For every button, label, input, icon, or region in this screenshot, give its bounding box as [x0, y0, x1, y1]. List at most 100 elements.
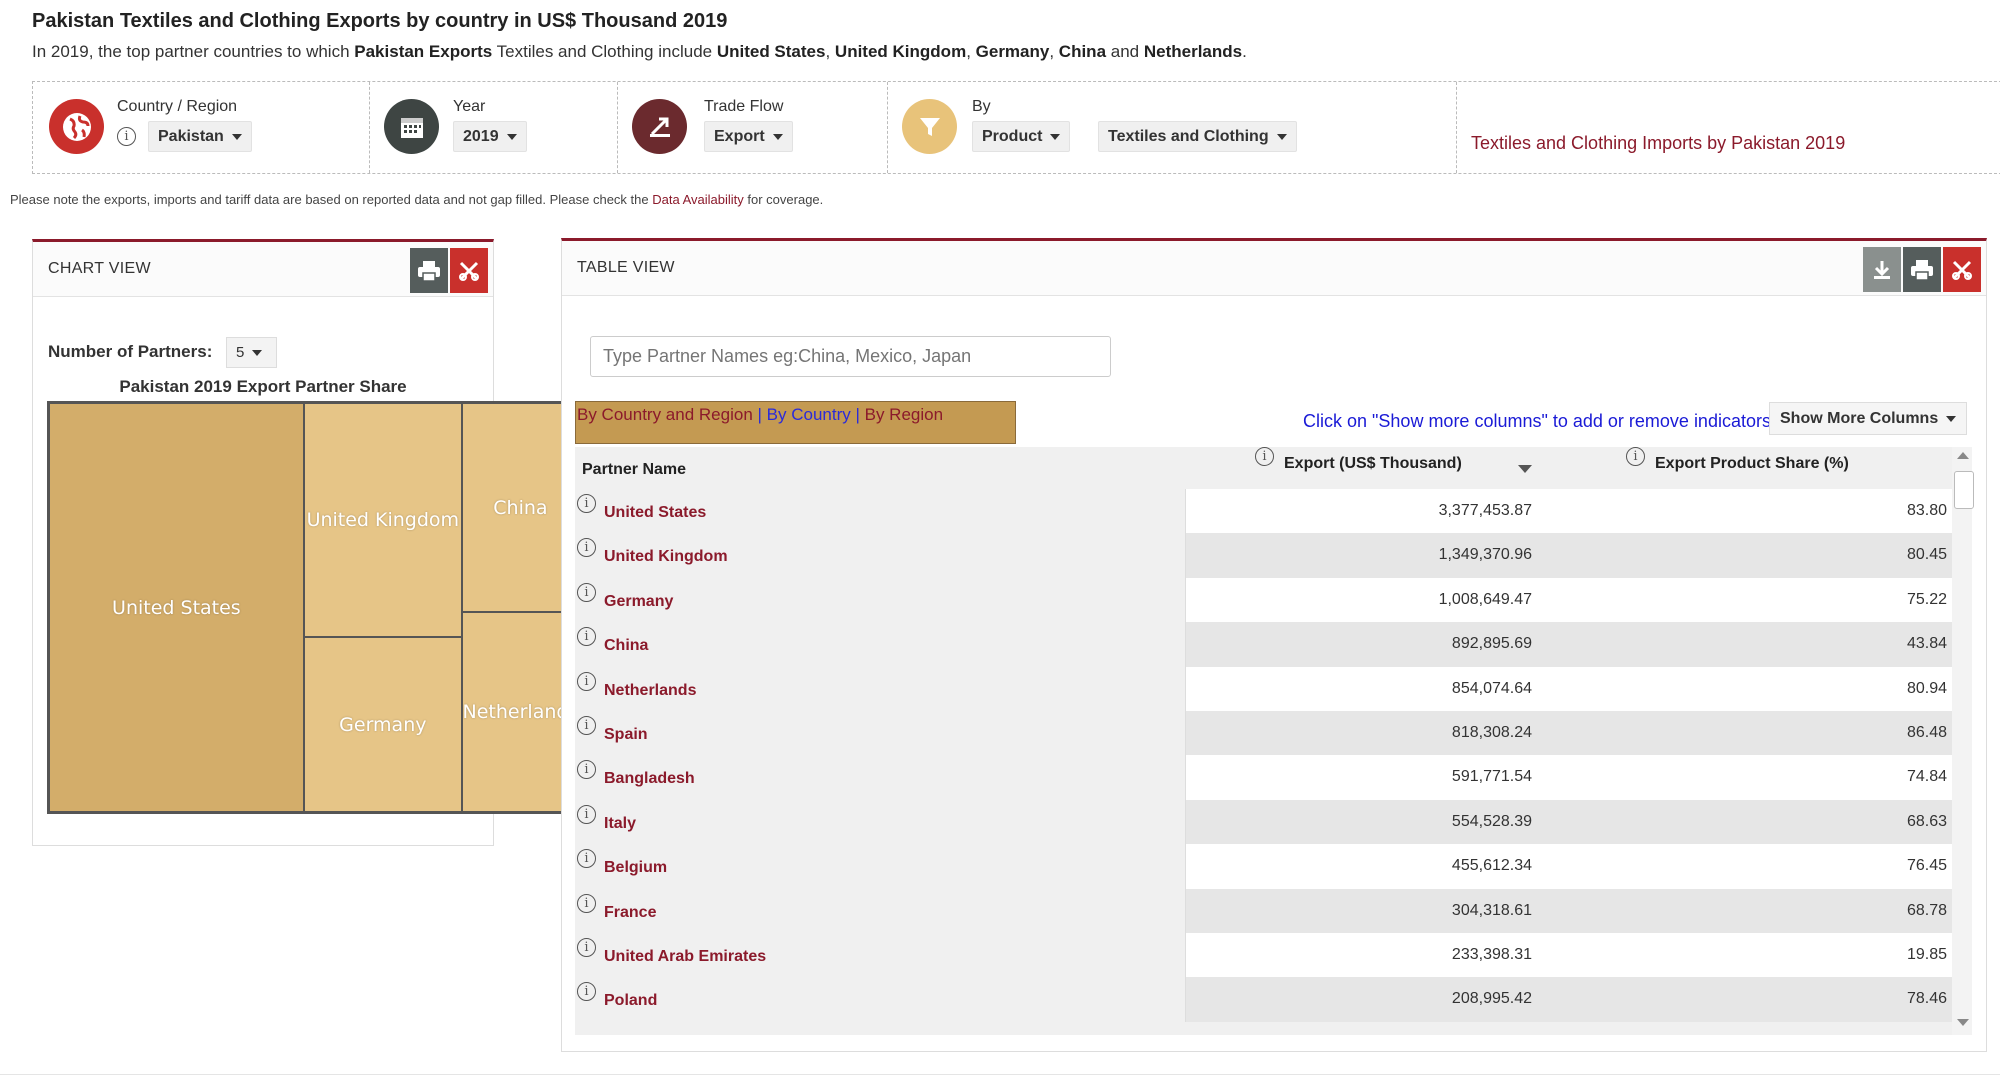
info-icon[interactable]: i [117, 127, 136, 146]
info-icon[interactable]: i [1626, 447, 1645, 466]
info-icon[interactable]: i [577, 938, 596, 957]
year-dropdown[interactable]: 2019 [453, 121, 527, 152]
export-value: 1,349,370.96 [1438, 546, 1532, 564]
share-value: 76.45 [1906, 857, 1947, 875]
download-button[interactable] [1863, 247, 1901, 292]
info-icon[interactable]: i [1255, 447, 1274, 466]
number-of-partners-dropdown[interactable]: 5 [226, 337, 277, 368]
scroll-down-icon[interactable] [1957, 1019, 1969, 1026]
table-row: i France 304,318.61 68.78 [575, 888, 1952, 933]
export-cell: 892,895.69 [1185, 622, 1537, 667]
by-dropdown[interactable]: Product [972, 121, 1071, 152]
export-value: 554,528.39 [1451, 812, 1532, 830]
share-cell: 86.48 [1537, 711, 1952, 756]
partner-name-link[interactable]: Belgium [604, 859, 667, 877]
share-cell: 76.45 [1537, 844, 1952, 889]
filter-bar: Country / Region i Pakistan Year 2019 Tr… [32, 81, 2000, 174]
export-value: 3,377,453.87 [1438, 502, 1532, 519]
column-header-partner[interactable]: Partner Name [582, 461, 686, 479]
share-value: 80.45 [1906, 546, 1947, 564]
scroll-thumb[interactable] [1954, 471, 1974, 509]
info-icon[interactable]: i [577, 760, 596, 780]
partner-name-link[interactable]: Spain [604, 726, 648, 744]
close-icon [1952, 260, 1972, 280]
data-availability-link[interactable]: Data Availability [652, 192, 744, 207]
info-icon[interactable]: i [577, 627, 596, 647]
treemap-tile-united-states[interactable]: United States [49, 403, 304, 812]
product-dropdown[interactable]: Textiles and Clothing [1098, 121, 1297, 152]
partner-cell: i Bangladesh [575, 755, 1185, 799]
tab-by-country-and-region[interactable]: By Country and Region [577, 405, 753, 424]
partner-cell: i United Arab Emirates [575, 933, 1185, 977]
share-value: 68.63 [1906, 812, 1947, 830]
partner-name-link[interactable]: Netherlands [604, 682, 696, 700]
share-value: 78.46 [1906, 990, 1947, 1008]
treemap-label: Germany [339, 713, 427, 736]
scroll-up-icon[interactable] [1957, 452, 1969, 459]
partner-search-input[interactable] [590, 336, 1111, 377]
partner-name-link[interactable]: Italy [604, 815, 636, 833]
export-cell: 554,528.39 [1185, 799, 1537, 845]
country-filter: Country / Region i Pakistan [33, 82, 370, 173]
tab-by-country[interactable]: By Country [767, 405, 851, 424]
share-cell: 43.84 [1537, 622, 1952, 667]
download-icon [1874, 260, 1890, 279]
share-cell: 80.94 [1537, 666, 1952, 711]
treemap-tile-germany[interactable]: Germany [303, 637, 462, 812]
info-icon[interactable]: i [577, 582, 596, 602]
table-view-title: TABLE VIEW [577, 259, 675, 276]
column-header-export[interactable]: Export (US$ Thousand) [1284, 455, 1462, 473]
table-scrollbar[interactable] [1952, 447, 1974, 1035]
treemap-tile-china[interactable]: China [461, 403, 575, 613]
filter-icon [902, 99, 957, 154]
treemap-tile-netherlands[interactable]: Netherlands [461, 612, 575, 812]
show-more-columns-button[interactable]: Show More Columns [1769, 402, 1967, 435]
partner-cell: i Germany [575, 578, 1185, 622]
info-icon[interactable]: i [577, 671, 596, 691]
number-of-partners-label: Number of Partners: [48, 342, 213, 361]
info-icon[interactable]: i [577, 716, 596, 735]
partner-name-link[interactable]: Bangladesh [604, 770, 695, 788]
share-cell: 78.46 [1537, 977, 1952, 1022]
page-divider [0, 1074, 2000, 1075]
partner-cell: i China [575, 622, 1185, 666]
share-value: 80.94 [1906, 679, 1947, 697]
treemap-label: United States [112, 596, 241, 619]
close-icon [459, 261, 479, 281]
table-row: i Bangladesh 591,771.54 74.84 [575, 755, 1952, 800]
partner-name-link[interactable]: United Arab Emirates [604, 948, 766, 966]
close-button[interactable] [1943, 247, 1981, 292]
caret-down-icon [772, 133, 783, 140]
share-value: 86.48 [1906, 724, 1947, 741]
by-filter: By Product Textiles and Clothing [888, 82, 1457, 173]
partner-name-link[interactable]: Poland [604, 992, 657, 1010]
table-row: i Poland 208,995.42 78.46 [575, 977, 1952, 1022]
info-icon[interactable]: i [577, 538, 596, 558]
partner-name-link[interactable]: Germany [604, 593, 673, 611]
info-icon[interactable]: i [577, 804, 596, 824]
trade-flow-dropdown[interactable]: Export [704, 121, 793, 152]
export-cell: 304,318.61 [1185, 888, 1537, 933]
table-header: Partner Name i Export (US$ Thousand) i E… [575, 447, 1952, 489]
country-dropdown[interactable]: Pakistan [148, 121, 252, 152]
partner-name-link[interactable]: United Kingdom [604, 548, 728, 566]
print-button[interactable] [1903, 247, 1941, 292]
column-header-share[interactable]: Export Product Share (%) [1655, 455, 1849, 473]
print-button[interactable] [410, 248, 448, 293]
export-cell: 818,308.24 [1185, 711, 1537, 756]
close-button[interactable] [450, 248, 488, 293]
info-icon[interactable]: i [577, 893, 596, 913]
info-icon[interactable]: i [577, 849, 596, 869]
share-cell: 75.22 [1537, 577, 1952, 623]
tab-by-region[interactable]: By Region [865, 405, 943, 424]
sort-desc-icon[interactable] [1518, 465, 1532, 473]
partner-name-link[interactable]: France [604, 904, 656, 922]
treemap-tile-united-kingdom[interactable]: United Kingdom [303, 403, 462, 638]
export-value: 1,008,649.47 [1438, 590, 1532, 608]
info-icon[interactable]: i [577, 982, 596, 1002]
table-row: i China 892,895.69 43.84 [575, 622, 1952, 667]
imports-link[interactable]: Textiles and Clothing Imports by Pakista… [1471, 133, 1845, 154]
info-icon[interactable]: i [577, 494, 596, 513]
partner-name-link[interactable]: United States [604, 504, 706, 522]
partner-name-link[interactable]: China [604, 637, 648, 655]
